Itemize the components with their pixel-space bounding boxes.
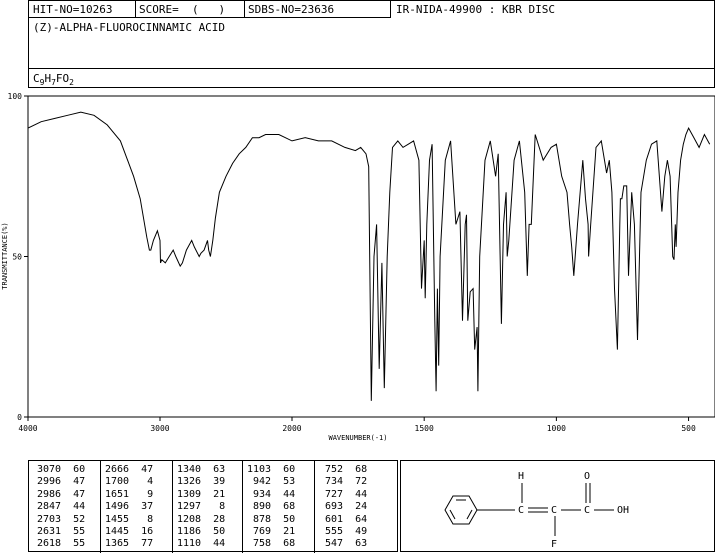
molecular-structure: C H C F C O OH (444, 471, 629, 550)
peak-column: 1103 60 942 53 934 44 890 68 878 50 769 … (247, 464, 295, 551)
peak-entry: 2631 55 (37, 526, 86, 538)
structure-panel: C H C F C O OH (400, 460, 715, 552)
peak-entry: 1208 28 (177, 513, 226, 525)
peak-entry: 878 50 (247, 513, 296, 525)
y-axis-ticks: 0 50 100 (8, 92, 28, 422)
peak-column-divider (242, 461, 243, 553)
peak-entry: 2986 47 (37, 488, 86, 500)
peak-entry: 555 49 (319, 526, 368, 538)
atom-o: O (584, 471, 590, 482)
atom-c2: C (551, 505, 557, 516)
peak-column-divider (100, 461, 101, 553)
peak-entry: 727 44 (319, 488, 368, 500)
transmittance-series-line (27, 111, 711, 401)
peak-entry: 2618 55 (37, 538, 86, 550)
peak-column-divider (172, 461, 173, 553)
peak-entry: 1103 60 (247, 464, 296, 475)
peak-entry: 3070 60 (37, 464, 86, 475)
peak-column: 1340 63 1326 39 1309 21 1297 8 1208 28 1186 5… (177, 464, 225, 551)
peak-entry: 1700 4 (105, 476, 154, 488)
x-tick-label: 4000 (18, 424, 37, 433)
peak-entry: 1326 39 (177, 476, 226, 488)
peak-column: 2666 47 1700 4 1651 9 1496 37 1455 8 1445 16 1… (105, 464, 153, 551)
peak-column: 3070 60 2996 47 2986 47 2847 44 2703 52 2631 … (37, 464, 85, 551)
peak-entry: 2703 52 (37, 513, 86, 525)
y-axis-label: TRANSMITTANCE(%) (1, 222, 9, 289)
x-axis-ticks: 4000 3000 2000 1500 1000 500 (18, 417, 696, 433)
ring-double-bond (449, 509, 456, 520)
peak-entry: 1340 63 (177, 464, 226, 475)
atom-h: H (518, 471, 524, 482)
peak-entry: 1651 9 (105, 488, 154, 500)
peak-entry: 1309 21 (177, 488, 226, 500)
peak-entry: 2847 44 (37, 501, 86, 513)
y-tick-label: 100 (8, 92, 23, 101)
peak-entry: 1110 44 (177, 538, 226, 550)
peak-table: 3070 60 2996 47 2986 47 2847 44 2703 52 2631 … (28, 460, 398, 553)
peak-entry: 1186 50 (177, 526, 226, 538)
peak-column-divider (314, 461, 315, 553)
peak-entry: 601 64 (319, 513, 368, 525)
peak-entry: 769 21 (247, 526, 296, 538)
peak-entry: 942 53 (247, 476, 296, 488)
peak-entry: 890 68 (247, 501, 296, 513)
peak-entry: 734 72 (319, 476, 368, 488)
atom-f: F (551, 539, 557, 550)
peak-entry: 1445 16 (105, 526, 154, 538)
x-tick-label: 1000 (547, 424, 566, 433)
peak-entry: 758 68 (247, 538, 296, 550)
peak-entry: 2666 47 (105, 464, 154, 475)
y-tick-label: 50 (12, 253, 22, 262)
atom-c3: C (584, 505, 590, 516)
peak-entry: 1455 8 (105, 513, 154, 525)
x-tick-label: 2000 (282, 424, 301, 433)
ring-double-bond (466, 509, 473, 520)
peak-entry: 693 24 (319, 501, 368, 513)
atom-oh: OH (617, 505, 629, 516)
atom-c1: C (518, 505, 524, 516)
peak-entry: 1496 37 (105, 501, 154, 513)
x-tick-label: 500 (681, 424, 696, 433)
ir-spectrum-chart: 4000 3000 2000 1500 1000 500 0 50 100 WAVENUMBE… (1, 92, 715, 442)
x-tick-label: 3000 (150, 424, 169, 433)
y-tick-label: 0 (17, 413, 22, 422)
peak-entry: 752 68 (319, 464, 368, 475)
peak-entry: 934 44 (247, 488, 296, 500)
x-axis-label: WAVENUMBER(-1) (328, 434, 387, 442)
x-tick-label: 1500 (415, 424, 434, 433)
peak-entry: 2996 47 (37, 476, 86, 488)
peak-entry: 1365 77 (105, 538, 154, 550)
peak-entry: 547 63 (319, 538, 368, 550)
peak-column: 752 68 734 72 727 44 693 24 601 64 555 4… (319, 464, 367, 551)
peak-entry: 1297 8 (177, 501, 226, 513)
